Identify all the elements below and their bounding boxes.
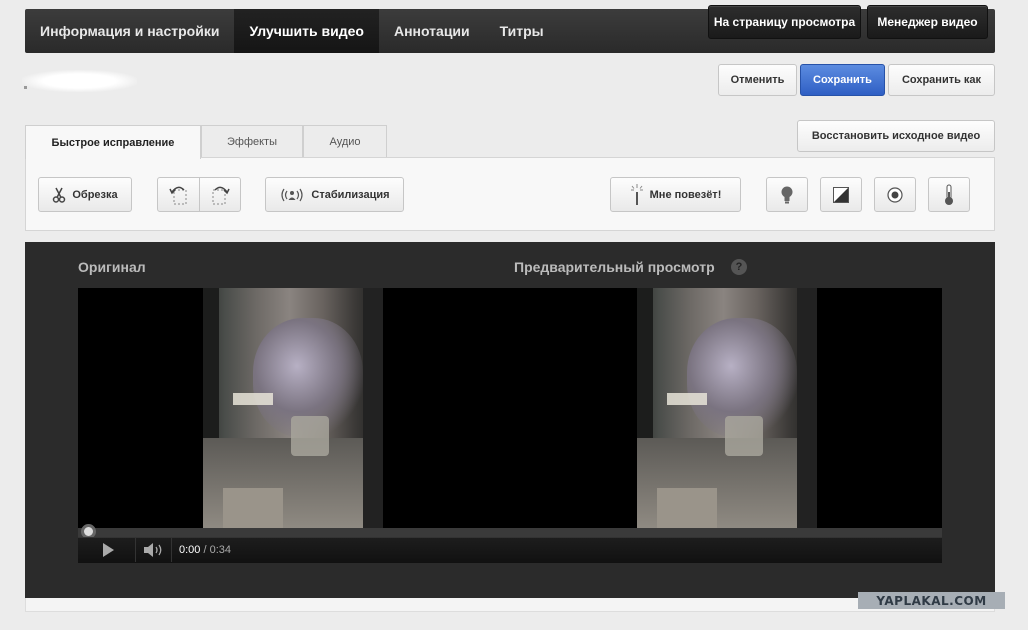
cancel-button[interactable]: Отменить [718, 64, 797, 96]
save-as-button[interactable]: Сохранить как [888, 64, 995, 96]
color-temperature-button[interactable] [928, 177, 970, 212]
time-display: 0:00 / 0:34 [179, 544, 231, 556]
tab-effects[interactable]: Эффекты [201, 125, 303, 158]
tab-annotations[interactable]: Аннотации [379, 9, 485, 53]
view-page-button[interactable]: На страницу просмотра [708, 5, 861, 39]
preview-video-frame [637, 288, 817, 528]
tab-quick-fix[interactable]: Быстрое исправление [25, 125, 201, 159]
current-time: 0:00 [179, 544, 201, 556]
trim-button[interactable]: Обрезка [38, 177, 132, 212]
tab-info-settings[interactable]: Информация и настройки [25, 9, 234, 53]
duration: 0:34 [209, 544, 232, 556]
lightbulb-icon [780, 185, 794, 205]
stabilize-button[interactable]: Стабилизация [265, 177, 404, 212]
play-button[interactable] [100, 542, 116, 558]
thermometer-icon [944, 184, 954, 206]
original-label: Оригинал [78, 259, 146, 275]
help-icon[interactable]: ? [731, 259, 747, 275]
volume-button[interactable] [143, 542, 165, 558]
restore-original-button[interactable]: Восстановить исходное видео [797, 120, 995, 152]
video-manager-button[interactable]: Менеджер видео [867, 5, 988, 39]
play-icon [100, 543, 116, 561]
video-title-redacted [22, 70, 137, 92]
watermark: YAPLAKAL.COM [858, 592, 1005, 609]
saturation-icon [887, 186, 903, 203]
save-button[interactable]: Сохранить [800, 64, 885, 96]
time-separator: / [200, 544, 210, 556]
magic-wand-icon [630, 183, 644, 206]
controls-divider [171, 538, 172, 562]
bottom-bar [25, 598, 995, 612]
stabilize-icon [279, 187, 305, 203]
tab-audio[interactable]: Аудио [303, 125, 387, 158]
lucky-label: Мне повезёт! [649, 188, 722, 201]
stabilize-label: Стабилизация [311, 188, 390, 201]
rotate-left-icon [168, 184, 190, 206]
scissors-icon [52, 187, 66, 203]
contrast-button[interactable] [820, 177, 862, 212]
preview-label: Предварительный просмотр [514, 259, 715, 275]
brightness-button[interactable] [766, 177, 808, 212]
title-fragment [24, 86, 27, 89]
trim-label: Обрезка [72, 188, 118, 201]
original-video-frame [203, 288, 383, 528]
rotate-left-button[interactable] [157, 177, 200, 212]
contrast-icon [833, 186, 849, 203]
speaker-icon [143, 543, 165, 561]
tab-enhance-video[interactable]: Улучшить видео [234, 9, 379, 53]
saturation-button[interactable] [874, 177, 916, 212]
tab-captions[interactable]: Титры [485, 9, 559, 53]
seek-bar[interactable] [78, 528, 942, 537]
controls-divider [135, 538, 136, 562]
rotate-right-button[interactable] [199, 177, 241, 212]
rotate-right-icon [209, 184, 231, 206]
im-feeling-lucky-button[interactable]: Мне повезёт! [610, 177, 741, 212]
